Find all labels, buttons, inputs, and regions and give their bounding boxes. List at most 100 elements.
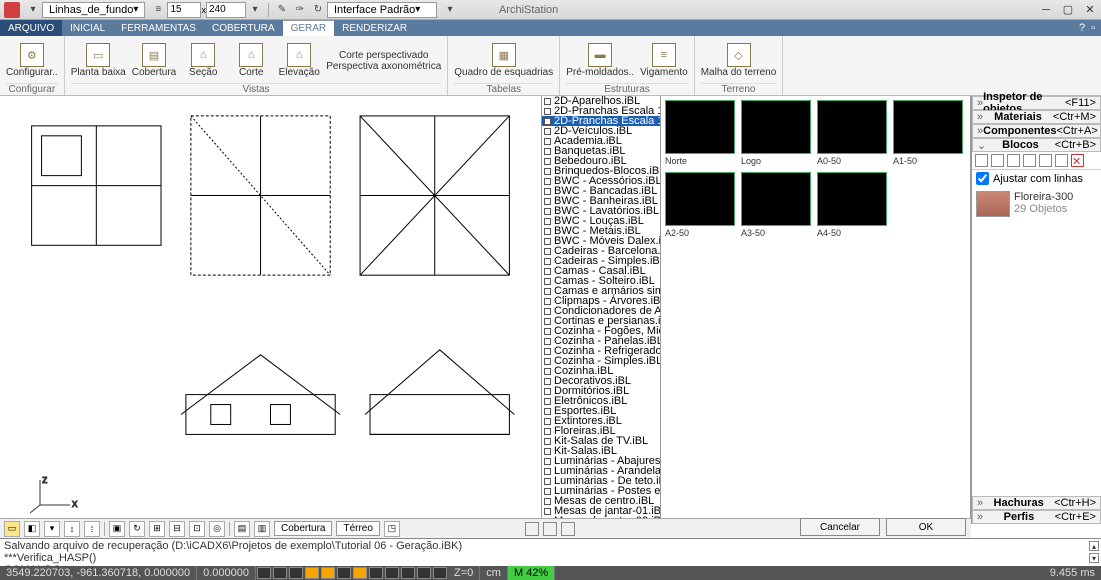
scroll-up-icon[interactable]: ▴ bbox=[1089, 541, 1099, 551]
tab-cobertura[interactable]: COBERTURA bbox=[204, 20, 283, 36]
layer-icon-2[interactable]: ▥ bbox=[254, 521, 270, 537]
view-icon-3[interactable]: ↕ bbox=[64, 521, 80, 537]
save-icon[interactable]: ▾ bbox=[443, 3, 457, 17]
tool-2[interactable] bbox=[991, 154, 1004, 167]
checkbox-icon[interactable] bbox=[544, 288, 551, 295]
checkbox-icon[interactable] bbox=[544, 198, 551, 205]
gal-folder-icon[interactable] bbox=[543, 522, 557, 536]
num-input-2[interactable] bbox=[206, 2, 246, 18]
checkbox-icon[interactable] bbox=[544, 118, 551, 125]
ribbon-planta-baixa[interactable]: ▭Planta baixa bbox=[71, 38, 126, 83]
sb-4[interactable] bbox=[305, 567, 319, 579]
checkbox-icon[interactable] bbox=[544, 438, 551, 445]
sb-2[interactable] bbox=[273, 567, 287, 579]
checkbox-icon[interactable] bbox=[544, 338, 551, 345]
pencil-icon[interactable]: ✎ bbox=[275, 3, 289, 17]
ribbon-configurar[interactable]: ⚙Configurar.. bbox=[6, 38, 58, 83]
checkbox-icon[interactable] bbox=[544, 258, 551, 265]
tool-4[interactable] bbox=[1023, 154, 1036, 167]
thumb-norte[interactable]: Norte bbox=[665, 100, 735, 166]
thumb-a4-50[interactable]: A4-50 bbox=[817, 172, 887, 238]
thumb-a2-50[interactable]: A2-50 bbox=[665, 172, 735, 238]
blocos-toolbar[interactable]: ✕ bbox=[972, 152, 1101, 170]
checkbox-icon[interactable] bbox=[544, 418, 551, 425]
tab-renderizar[interactable]: RENDERIZAR bbox=[334, 20, 415, 36]
ribbon-cobertura[interactable]: ▤Cobertura bbox=[132, 38, 176, 83]
ribbon-quadro-esquadrias[interactable]: ▦Quadro de esquadrias bbox=[454, 38, 553, 83]
panel-perfis[interactable]: »Perfis<Ctr+E> bbox=[972, 510, 1101, 524]
checkbox-icon[interactable] bbox=[544, 108, 551, 115]
checkbox-icon[interactable] bbox=[544, 478, 551, 485]
checkbox-icon[interactable] bbox=[544, 158, 551, 165]
panel-componentes[interactable]: »Componentes<Ctr+A> bbox=[972, 124, 1101, 138]
sb-11[interactable] bbox=[417, 567, 431, 579]
sb-8[interactable] bbox=[369, 567, 383, 579]
checkbox-icon[interactable] bbox=[544, 138, 551, 145]
checkbox-icon[interactable] bbox=[544, 148, 551, 155]
view-icon-4[interactable]: ⁞ bbox=[84, 521, 100, 537]
file-list[interactable]: 2D-Aparelhos.iBL2D-Pranchas Escala 1-100… bbox=[541, 96, 661, 524]
nav-icon-6[interactable]: ◎ bbox=[209, 521, 225, 537]
sb-12[interactable] bbox=[433, 567, 447, 579]
sb-6[interactable] bbox=[337, 567, 351, 579]
sync-icon[interactable]: ↻ bbox=[311, 3, 325, 17]
nav-icon-2[interactable]: ↻ bbox=[129, 521, 145, 537]
checkbox-icon[interactable] bbox=[544, 348, 551, 355]
ok-button[interactable]: OK bbox=[886, 518, 966, 536]
layer-dropdown[interactable]: Linhas_de_fundo ▾ bbox=[42, 2, 145, 18]
nav-icon-4[interactable]: ⊟ bbox=[169, 521, 185, 537]
tool-1[interactable] bbox=[975, 154, 988, 167]
checkbox-icon[interactable] bbox=[544, 168, 551, 175]
sb-1[interactable] bbox=[257, 567, 271, 579]
checkbox-icon[interactable] bbox=[544, 178, 551, 185]
checkbox-icon[interactable] bbox=[544, 398, 551, 405]
checkbox-icon[interactable] bbox=[544, 238, 551, 245]
ribbon-corte[interactable]: ⌂Corte bbox=[230, 38, 272, 83]
gal-import-icon[interactable] bbox=[525, 522, 539, 536]
checkbox-icon[interactable] bbox=[544, 228, 551, 235]
object-row[interactable]: Floreira-300 29 Objetos bbox=[972, 187, 1101, 221]
sb-7[interactable] bbox=[353, 567, 367, 579]
checkbox-icon[interactable] bbox=[544, 358, 551, 365]
nav-icon-1[interactable]: ▣ bbox=[109, 521, 125, 537]
ribbon-elevacao[interactable]: ⌂Elevação bbox=[278, 38, 320, 83]
checkbox-icon[interactable] bbox=[544, 268, 551, 275]
checkbox-icon[interactable] bbox=[544, 448, 551, 455]
checkbox-icon[interactable] bbox=[544, 488, 551, 495]
layer-icon-1[interactable]: ▤ bbox=[234, 521, 250, 537]
checkbox-icon[interactable] bbox=[544, 388, 551, 395]
sb-5[interactable] bbox=[321, 567, 335, 579]
thumb-logo[interactable]: Logo bbox=[741, 100, 811, 166]
layout-icon[interactable]: ▭ bbox=[4, 521, 20, 537]
interface-dropdown[interactable]: Interface Padrão ▾ bbox=[327, 2, 437, 18]
sb-10[interactable] bbox=[401, 567, 415, 579]
tool-6[interactable] bbox=[1055, 154, 1068, 167]
tab-arquivo[interactable]: ARQUIVO bbox=[0, 20, 62, 36]
checkbox-icon[interactable] bbox=[544, 278, 551, 285]
lineweight-icon[interactable]: ≡ bbox=[151, 3, 165, 17]
ribbon-perspectiva[interactable]: Corte perspectivado Perspectiva axonomét… bbox=[326, 38, 441, 83]
checkbox-icon[interactable] bbox=[544, 208, 551, 215]
checkbox-icon[interactable] bbox=[544, 218, 551, 225]
ribbon-malha-terreno[interactable]: ◇Malha do terreno bbox=[701, 38, 777, 83]
thumb-a0-50[interactable]: A0-50 bbox=[817, 100, 887, 166]
nav-icon-5[interactable]: ⊡ bbox=[189, 521, 205, 537]
checkbox-icon[interactable] bbox=[544, 188, 551, 195]
command-console[interactable]: Salvando arquivo de recuperação (D:\iCAD… bbox=[0, 538, 1101, 566]
checkbox-icon[interactable] bbox=[544, 428, 551, 435]
panel-blocos[interactable]: ⌄Blocos<Ctr+B> bbox=[972, 138, 1101, 152]
panel-inspetor[interactable]: »Inspetor de objetos<F11> bbox=[972, 96, 1101, 110]
cancel-button[interactable]: Cancelar bbox=[800, 518, 880, 536]
sb-3[interactable] bbox=[289, 567, 303, 579]
checkbox-icon[interactable] bbox=[544, 458, 551, 465]
ribbon-vigamento[interactable]: ≡Vigamento bbox=[640, 38, 688, 83]
checkbox-icon[interactable] bbox=[544, 308, 551, 315]
checkbox-icon[interactable] bbox=[544, 128, 551, 135]
tab-ferramentas[interactable]: FERRAMENTAS bbox=[113, 20, 204, 36]
tab-terreo-view[interactable]: Térreo bbox=[336, 521, 379, 536]
nav-icon-3[interactable]: ⊞ bbox=[149, 521, 165, 537]
drawing-canvas[interactable]: z x bbox=[0, 96, 541, 524]
checkbox-icon[interactable] bbox=[544, 298, 551, 305]
checkbox-icon[interactable] bbox=[544, 378, 551, 385]
tab-inicial[interactable]: INICIAL bbox=[62, 20, 113, 36]
